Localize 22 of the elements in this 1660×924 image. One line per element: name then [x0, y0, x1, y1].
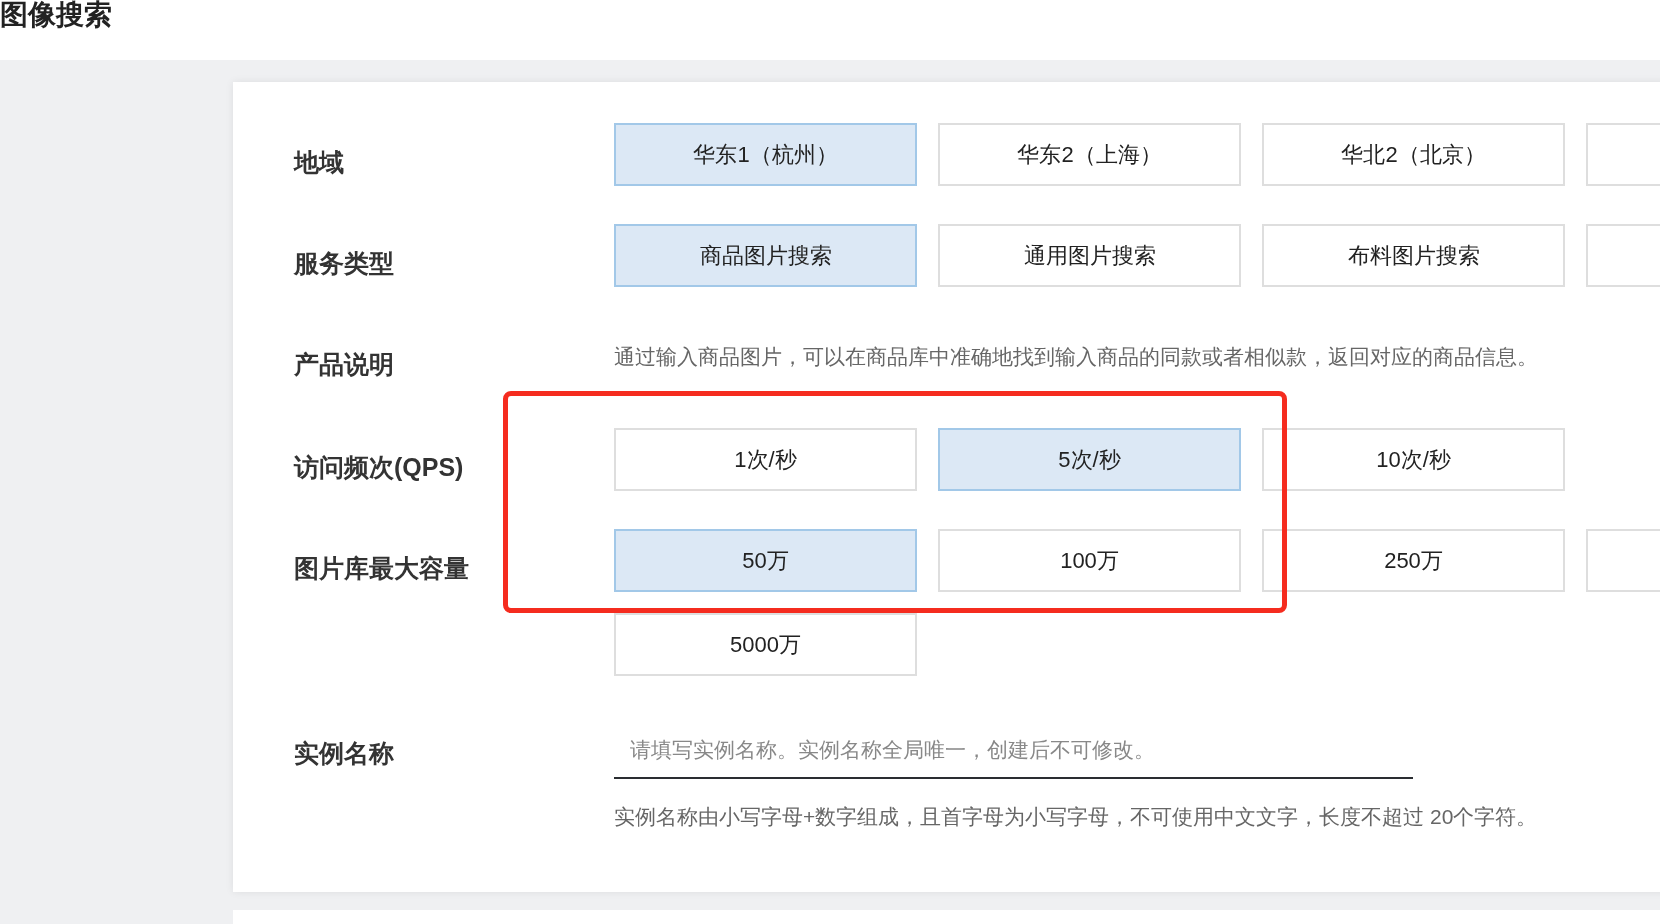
- option-button[interactable]: 50万: [614, 529, 917, 592]
- field-hint: 实例名称由小写字母+数字组成，且首字母为小写字母，不可使用中文文字，长度不超过 20个字符。: [614, 804, 1539, 830]
- option-button[interactable]: 1次/秒: [614, 428, 917, 491]
- option-button[interactable]: 10次/秒: [1262, 428, 1565, 491]
- field-label: 地域: [294, 147, 345, 178]
- option-button[interactable]: 250万: [1262, 529, 1565, 592]
- field-label: 图片库最大容量: [294, 553, 470, 584]
- option-button[interactable]: 100万: [938, 529, 1241, 592]
- option-button[interactable]: 华东1（杭州）: [614, 123, 917, 186]
- option-button[interactable]: 5000万: [614, 613, 917, 676]
- field-label: 实例名称: [294, 738, 395, 769]
- field-label: 服务类型: [294, 248, 395, 279]
- option-button[interactable]: 华东2（上海）: [938, 123, 1241, 186]
- field-label: 产品说明: [294, 349, 395, 380]
- option-button[interactable]: 布料图片搜索: [1262, 224, 1565, 287]
- option-button[interactable]: 5次/秒: [938, 428, 1241, 491]
- field-label: 访问频次(QPS): [294, 452, 465, 483]
- option-button[interactable]: 商品图片搜索: [614, 224, 917, 287]
- page-title: 图像搜索: [0, 0, 112, 30]
- option-button[interactable]: 通用图片搜索: [938, 224, 1241, 287]
- option-button[interactable]: 华北2（北京）: [1262, 123, 1565, 186]
- product-description: 通过输入商品图片，可以在商品库中准确地找到输入商品的同款或者相似款，返回对应的商品信息。: [614, 344, 1539, 370]
